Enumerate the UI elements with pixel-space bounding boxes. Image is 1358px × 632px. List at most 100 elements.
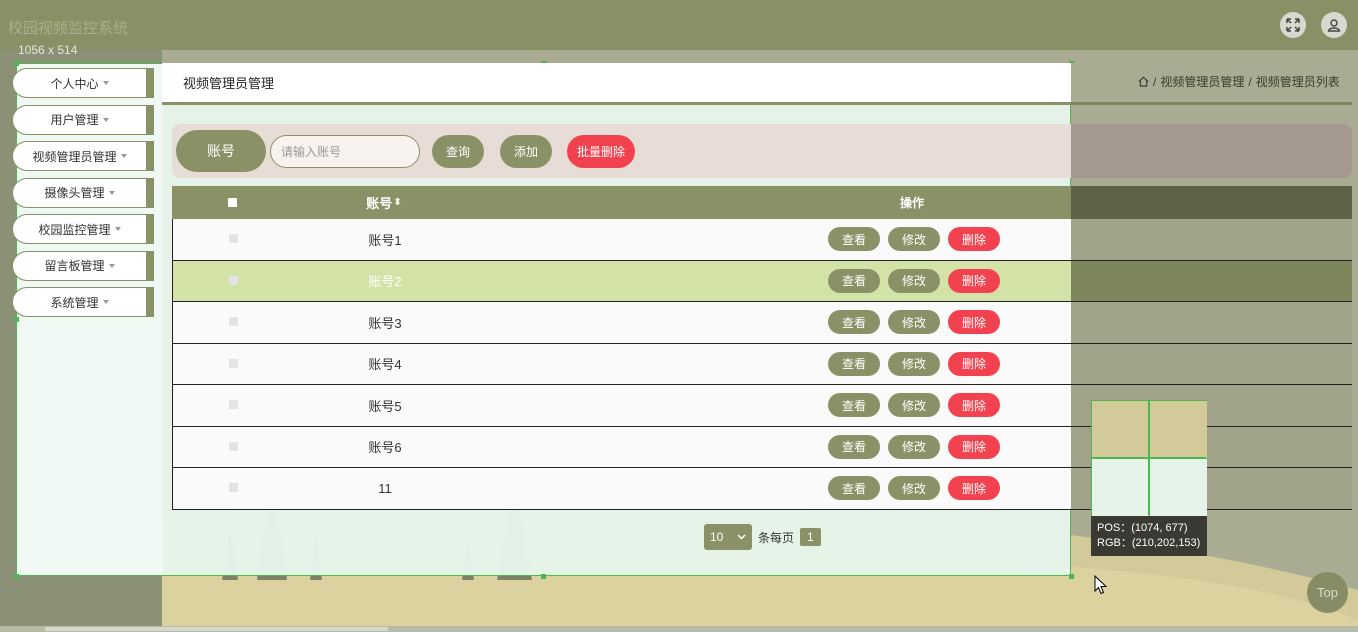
row-actions: 查看 修改 删除 xyxy=(828,219,1000,260)
row-checkbox[interactable] xyxy=(229,441,238,451)
sidebar-item-label: 系统管理 xyxy=(50,295,99,310)
account-cell: 账号4 xyxy=(368,357,402,373)
edit-button[interactable]: 修改 xyxy=(888,310,940,335)
row-outside xyxy=(1071,343,1352,384)
back-to-top-button[interactable]: Top xyxy=(1307,572,1348,613)
sidebar-item-message-board[interactable]: 留言板管理 xyxy=(12,250,154,281)
add-button[interactable]: 添加 xyxy=(500,135,552,168)
row-actions: 查看 修改 删除 xyxy=(828,261,1000,302)
view-button[interactable]: 查看 xyxy=(828,476,880,501)
view-button[interactable]: 查看 xyxy=(828,268,880,293)
row-checkbox[interactable] xyxy=(229,358,238,368)
breadcrumb: / 视频管理员管理 / 视频管理员列表 xyxy=(1138,73,1340,90)
row-checkbox[interactable] xyxy=(229,234,238,244)
resize-handle[interactable] xyxy=(14,574,19,579)
resize-handle[interactable] xyxy=(1069,574,1074,579)
edit-button[interactable]: 修改 xyxy=(888,434,940,459)
table-row[interactable]: 账号1 查看 修改 删除 xyxy=(172,219,1352,261)
caret-down-icon xyxy=(102,117,109,122)
delete-button[interactable]: 删除 xyxy=(948,310,1000,335)
breadcrumb-item[interactable]: 视频管理员管理 xyxy=(1160,73,1244,90)
view-button[interactable]: 查看 xyxy=(828,434,880,459)
page-size-select[interactable]: 10 xyxy=(704,524,752,550)
row-actions: 查看 修改 删除 xyxy=(828,302,1000,343)
horizontal-scrollbar[interactable] xyxy=(0,626,1358,632)
page-title: 视频管理员管理 xyxy=(183,76,275,91)
size-label: 1056 x 514 xyxy=(18,43,78,57)
view-button[interactable]: 查看 xyxy=(828,393,880,418)
table-row[interactable]: 账号2 查看 修改 删除 xyxy=(172,260,1352,302)
row-outside xyxy=(1071,302,1352,343)
edit-button[interactable]: 修改 xyxy=(888,351,940,376)
sidebar-item-users[interactable]: 用户管理 xyxy=(12,104,154,135)
edit-button[interactable]: 修改 xyxy=(888,393,940,418)
row-checkbox[interactable] xyxy=(229,317,238,327)
magnifier-quadrant xyxy=(1092,459,1149,516)
sidebar-menu: 个人中心 用户管理 视频管理员管理 摄像头管理 校园监控管理 留言板管理 系统管… xyxy=(12,68,154,324)
pixel-magnifier xyxy=(1091,400,1207,516)
expand-icon xyxy=(1286,18,1300,32)
sidebar-item-cameras[interactable]: 摄像头管理 xyxy=(12,177,154,208)
sidebar-item-profile[interactable]: 个人中心 xyxy=(12,68,154,98)
batch-delete-button[interactable]: 批量删除 xyxy=(567,135,635,168)
caret-down-icon xyxy=(108,263,115,268)
resize-handle[interactable] xyxy=(541,574,546,579)
query-button[interactable]: 查询 xyxy=(432,135,484,168)
table-row[interactable]: 账号4 查看 修改 删除 xyxy=(172,343,1352,385)
delete-button[interactable]: 删除 xyxy=(948,227,1000,252)
row-actions: 查看 修改 删除 xyxy=(828,344,1000,385)
sidebar-item-label: 用户管理 xyxy=(50,113,99,127)
row-outside xyxy=(1071,219,1352,260)
row-checkbox[interactable] xyxy=(229,400,238,410)
user-button[interactable] xyxy=(1321,12,1347,38)
account-cell: 账号5 xyxy=(368,398,402,414)
sidebar-item-label: 视频管理员管理 xyxy=(32,149,117,164)
select-all-checkbox[interactable] xyxy=(228,197,237,207)
column-header-actions: 操作 xyxy=(900,196,925,210)
sidebar-item-system[interactable]: 系统管理 xyxy=(12,287,154,317)
pagination: 10 条每页 1 xyxy=(704,524,821,550)
sidebar-item-monitoring[interactable]: 校园监控管理 xyxy=(12,214,154,244)
view-button[interactable]: 查看 xyxy=(828,351,880,376)
fullscreen-button[interactable] xyxy=(1280,12,1306,38)
row-checkbox[interactable] xyxy=(229,275,238,285)
view-button[interactable]: 查看 xyxy=(828,227,880,252)
delete-button[interactable]: 删除 xyxy=(948,393,1000,418)
mouse-cursor-icon xyxy=(1094,575,1108,595)
pixel-rgb: RGB：(210,202,153) xyxy=(1097,537,1201,549)
magnifier-crosshair-h xyxy=(1092,457,1206,459)
delete-button[interactable]: 删除 xyxy=(948,268,1000,293)
magnifier-quadrant xyxy=(1150,401,1207,458)
column-header-account[interactable]: 账号 ⬍ xyxy=(322,186,446,219)
scrollbar-thumb[interactable] xyxy=(45,627,388,631)
page-number-current[interactable]: 1 xyxy=(800,528,821,546)
account-search-input[interactable] xyxy=(270,135,420,168)
account-label: 账号 xyxy=(176,130,266,172)
edit-button[interactable]: 修改 xyxy=(888,268,940,293)
delete-button[interactable]: 删除 xyxy=(948,476,1000,501)
account-cell: 账号2 xyxy=(368,274,402,290)
row-checkbox[interactable] xyxy=(229,483,238,493)
row-actions: 查看 修改 删除 xyxy=(828,385,1000,426)
caret-down-icon xyxy=(102,300,109,304)
top-bar: 校园视频监控系统 xyxy=(0,0,1358,50)
table-row[interactable]: 账号3 查看 修改 删除 xyxy=(172,302,1352,344)
page-title-bar: 视频管理员管理 xyxy=(162,63,1071,105)
user-icon xyxy=(1327,19,1341,32)
resize-handle[interactable] xyxy=(14,61,19,66)
pixel-position: POS：(1074, 677) xyxy=(1097,522,1188,534)
edit-button[interactable]: 修改 xyxy=(888,227,940,252)
breadcrumb-sep: / xyxy=(1248,74,1252,89)
caret-down-icon xyxy=(120,154,127,158)
edit-button[interactable]: 修改 xyxy=(888,476,940,501)
sort-icon: ⬍ xyxy=(393,197,402,208)
magnifier-quadrant xyxy=(1092,401,1149,458)
sidebar-item-video-admins[interactable]: 视频管理员管理 xyxy=(12,141,154,171)
delete-button[interactable]: 删除 xyxy=(948,434,1000,459)
sidebar-item-label: 留言板管理 xyxy=(44,259,105,273)
home-icon[interactable] xyxy=(1138,76,1149,87)
view-button[interactable]: 查看 xyxy=(828,310,880,335)
row-actions: 查看 修改 删除 xyxy=(828,468,1000,509)
delete-button[interactable]: 删除 xyxy=(948,351,1000,376)
magnifier-quadrant xyxy=(1150,459,1207,516)
